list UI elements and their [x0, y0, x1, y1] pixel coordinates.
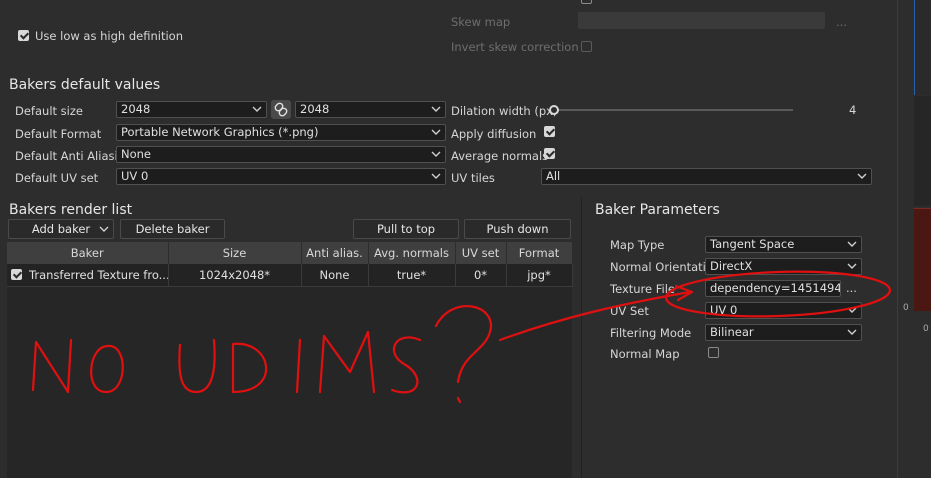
chevron-down-icon	[99, 222, 109, 241]
default-format-select[interactable]: Portable Network Graphics (*.png)	[116, 124, 446, 141]
chevron-down-icon	[856, 169, 868, 184]
link-icon	[271, 102, 291, 122]
column-header-size[interactable]: Size	[168, 242, 302, 264]
chevron-down-icon	[846, 325, 858, 340]
skew-map-field[interactable]	[578, 12, 825, 29]
normal-map-label: Normal Map	[610, 347, 680, 361]
add-baker-button[interactable]: Add baker	[8, 219, 114, 239]
texture-file-value: dependency=1451494788	[710, 281, 841, 295]
normal-orientation-label: Normal Orientation	[610, 260, 721, 274]
skew-correction-checkbox[interactable]	[581, 0, 592, 4]
table-row[interactable]: Transferred Texture fro... 1024x2048* No…	[7, 264, 573, 287]
average-normals-label: Average normals	[451, 149, 549, 163]
default-size-height-select[interactable]: 2048	[295, 101, 446, 118]
apply-diffusion-label: Apply diffusion	[451, 127, 537, 141]
default-aa-select[interactable]: None	[116, 146, 446, 163]
normal-orientation-select[interactable]: DirectX	[705, 258, 862, 275]
right-value-a: 0	[903, 303, 909, 313]
dilation-value: 4	[849, 103, 857, 117]
default-format-value: Portable Network Graphics (*.png)	[121, 125, 319, 139]
texture-file-label: Texture File	[610, 282, 675, 296]
baker-name-cell[interactable]: Transferred Texture fro...	[7, 264, 169, 287]
chevron-down-icon	[430, 125, 442, 140]
baker-enabled-checkbox[interactable]	[11, 269, 22, 280]
default-size-height-value: 2048	[300, 102, 330, 116]
annotation-arrow-head	[674, 284, 694, 302]
skew-map-label: Skew map	[451, 15, 511, 29]
normal-orientation-value: DirectX	[710, 259, 753, 273]
params-section-title: Baker Parameters	[595, 202, 720, 218]
default-size-label: Default size	[15, 104, 83, 118]
skew-map-browse-button[interactable]: ...	[836, 15, 847, 29]
chevron-down-icon	[846, 259, 858, 274]
default-aa-label: Default Anti Aliasing	[15, 149, 133, 163]
defaults-section-title: Bakers default values	[9, 77, 161, 93]
default-aa-value: None	[121, 147, 152, 161]
baker-table: Baker Size Anti alias. Avg. normals UV s…	[7, 242, 573, 287]
map-type-label: Map Type	[610, 238, 665, 252]
dilation-slider-handle[interactable]	[549, 105, 559, 115]
uv-tiles-select[interactable]: All	[541, 168, 872, 185]
default-uv-label: Default UV set	[15, 171, 99, 185]
column-header-format[interactable]: Format	[506, 242, 573, 264]
uv-tiles-value: All	[546, 169, 561, 183]
invert-skew-label: Invert skew correction	[451, 40, 579, 54]
map-type-value: Tangent Space	[710, 237, 795, 251]
default-size-width-select[interactable]: 2048	[116, 101, 267, 118]
use-low-as-high-label: Use low as high definition	[35, 29, 183, 43]
baker-format-cell[interactable]: jpg*	[506, 264, 573, 287]
average-normals-checkbox[interactable]	[544, 148, 555, 159]
pull-to-top-button[interactable]: Pull to top	[353, 219, 459, 239]
push-down-button[interactable]: Push down	[464, 219, 571, 239]
map-type-select[interactable]: Tangent Space	[705, 236, 862, 253]
invert-skew-checkbox[interactable]	[581, 41, 592, 52]
default-uv-value: UV 0	[121, 169, 149, 183]
chevron-down-icon	[430, 147, 442, 162]
use-low-as-high-checkbox[interactable]	[18, 30, 29, 41]
column-header-anti-alias[interactable]: Anti alias.	[301, 242, 369, 264]
default-uv-select[interactable]: UV 0	[116, 168, 446, 185]
uv-tiles-label: UV tiles	[451, 171, 495, 185]
chevron-down-icon	[251, 102, 263, 117]
apply-diffusion-checkbox[interactable]	[544, 126, 555, 137]
render-list-title: Bakers render list	[9, 202, 133, 218]
color-swatch-red	[914, 208, 931, 311]
panel-divider	[897, 0, 898, 478]
texture-file-field[interactable]: dependency=1451494788	[705, 280, 841, 297]
default-size-width-value: 2048	[121, 102, 151, 116]
blue-outline-panel	[914, 0, 931, 95]
chevron-down-icon	[430, 102, 442, 117]
normal-map-checkbox[interactable]	[708, 347, 719, 358]
uv-set-value: UV 0	[710, 303, 738, 317]
uv-set-label: UV Set	[610, 304, 649, 318]
table-header-row: Baker Size Anti alias. Avg. normals UV s…	[7, 242, 573, 264]
chevron-down-icon	[846, 237, 858, 252]
texture-file-browse-button[interactable]: ...	[846, 281, 857, 295]
add-baker-label: Add baker	[31, 222, 91, 236]
baker-aa-cell[interactable]: None	[301, 264, 369, 287]
splitter[interactable]	[581, 197, 582, 478]
column-header-avg-normals[interactable]: Avg. normals	[368, 242, 456, 264]
filtering-mode-value: Bilinear	[710, 325, 754, 339]
baker-size-cell[interactable]: 1024x2048*	[168, 264, 302, 287]
filtering-mode-label: Filtering Mode	[610, 326, 692, 340]
dilation-slider-track[interactable]	[553, 109, 793, 111]
default-format-label: Default Format	[15, 127, 102, 141]
dilation-label: Dilation width (px)	[451, 104, 558, 118]
baker-avg-normals-cell[interactable]: true*	[368, 264, 456, 287]
right-value-b: 0	[923, 324, 929, 334]
filtering-mode-select[interactable]: Bilinear	[705, 324, 862, 341]
baker-name-text: Transferred Texture fro...	[29, 268, 168, 282]
column-header-baker[interactable]: Baker	[7, 242, 169, 264]
chevron-down-icon	[430, 169, 442, 184]
link-size-button[interactable]	[271, 100, 291, 119]
delete-baker-button[interactable]: Delete baker	[120, 219, 225, 239]
uv-set-select[interactable]: UV 0	[705, 302, 862, 319]
column-header-uv-set[interactable]: UV set	[455, 242, 507, 264]
chevron-down-icon	[846, 303, 858, 318]
baker-uv-set-cell[interactable]: 0*	[455, 264, 507, 287]
preview-strip	[914, 96, 931, 206]
